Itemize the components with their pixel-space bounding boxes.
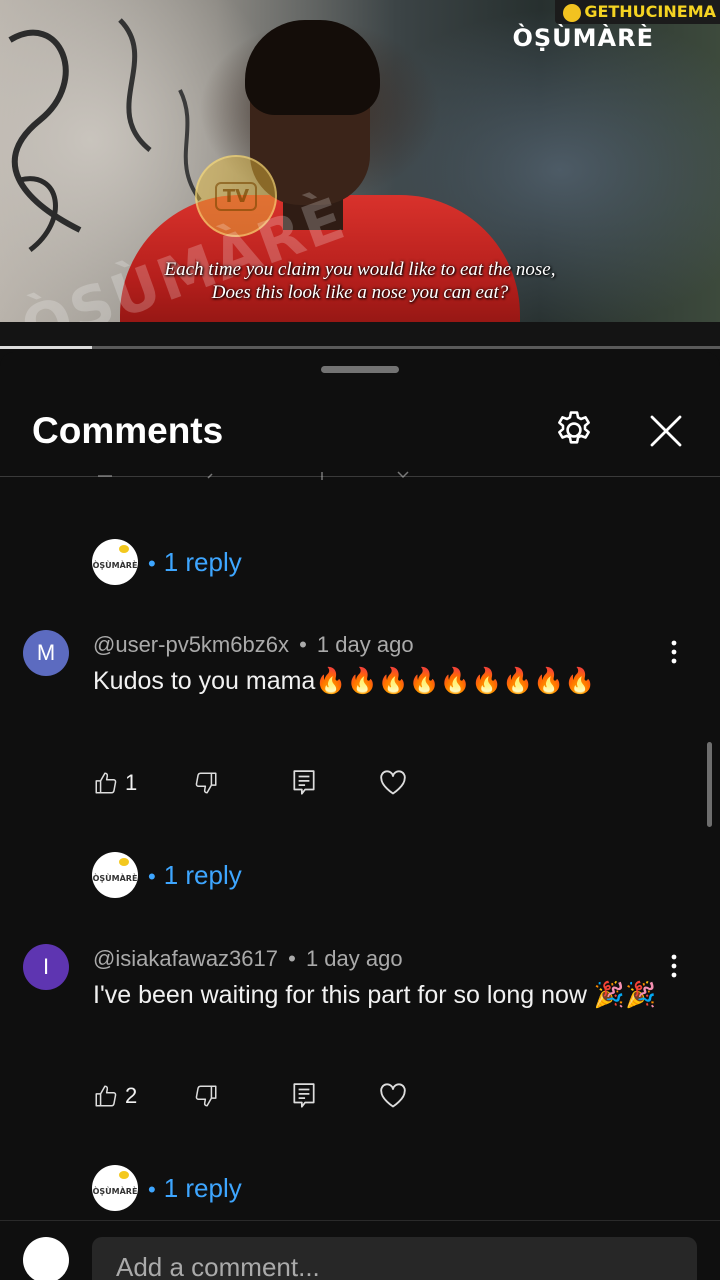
scrollbar[interactable] — [707, 742, 712, 827]
heart-icon — [380, 770, 406, 795]
clipped-action-icons — [98, 471, 409, 480]
video-player[interactable]: TV ÒṢÙMÀRÈ ÒṢÙMÀRÈ GETHUCINEMA Each time… — [0, 0, 720, 322]
thumbs-up-icon — [95, 1085, 117, 1107]
reply-button[interactable] — [291, 1082, 379, 1110]
channel-logo-icon — [563, 3, 582, 22]
comment-avatar[interactable]: I — [23, 944, 69, 990]
comment-avatar[interactable]: M — [23, 630, 69, 676]
more-options-icon[interactable] — [662, 638, 686, 666]
heart-button[interactable] — [379, 1083, 407, 1109]
like-button[interactable]: 2 — [93, 1083, 193, 1109]
gear-icon[interactable] — [552, 408, 596, 452]
heart-button[interactable] — [379, 770, 407, 796]
reply-avatar: ÒṢÙMÀRÈ — [92, 852, 138, 898]
brand-logo: ÒṢÙMÀRÈ — [512, 24, 654, 52]
thumbs-down-icon — [195, 1085, 217, 1107]
reply-comment-icon — [293, 770, 315, 795]
add-comment-input[interactable]: Add a comment... — [92, 1237, 697, 1280]
view-replies-button[interactable]: ÒṢÙMÀRÈ • 1 reply — [92, 538, 242, 586]
video-subtitle: Each time you claim you would like to ea… — [0, 258, 720, 304]
comments-sheet: Comments ÒṢÙMÀRÈ • 1 reply M @user-pv5km6… — [0, 352, 720, 1280]
reply-avatar: ÒṢÙMÀRÈ — [92, 539, 138, 585]
comment-actions: 2 — [93, 1081, 407, 1111]
comments-title: Comments — [32, 410, 224, 451]
comment-time: 1 day ago — [305, 946, 403, 971]
close-icon[interactable] — [645, 410, 687, 452]
heart-icon — [380, 1083, 406, 1108]
more-options-icon[interactable] — [662, 952, 686, 980]
comment-text: Kudos to you mama🔥🔥🔥🔥🔥🔥🔥🔥🔥 — [93, 667, 596, 695]
dislike-button[interactable] — [193, 770, 291, 796]
comment-meta: @user-pv5km6bz6x • 1 day ago — [93, 632, 414, 657]
comment-actions: 1 — [93, 768, 407, 798]
like-button[interactable]: 1 — [93, 770, 193, 796]
person-hair — [245, 20, 380, 115]
video-progress-bar[interactable] — [0, 346, 720, 349]
subtitle-line: Each time you claim you would like to ea… — [164, 259, 556, 280]
subtitle-line: Does this look like a nose you can eat? — [211, 282, 509, 303]
view-replies-button[interactable]: ÒṢÙMÀRÈ • 1 reply — [92, 851, 242, 899]
reply-comment-icon — [293, 1083, 315, 1108]
drag-handle[interactable] — [321, 366, 399, 373]
comment-author[interactable]: @isiakafawaz3617 — [93, 946, 278, 971]
comment-author[interactable]: @user-pv5km6bz6x — [93, 632, 289, 657]
dislike-button[interactable] — [193, 1083, 291, 1109]
user-avatar — [23, 1237, 69, 1280]
add-comment-bar: Add a comment... — [0, 1220, 720, 1280]
view-replies-button[interactable]: ÒṢÙMÀRÈ • 1 reply — [92, 1164, 242, 1212]
comment-time: 1 day ago — [316, 632, 414, 657]
thumbs-down-icon — [195, 772, 217, 794]
player-bottom-band — [0, 322, 720, 348]
comment-meta: @isiakafawaz3617 • 1 day ago — [93, 946, 403, 971]
thumbs-up-icon — [95, 772, 117, 794]
video-progress-fill — [0, 346, 93, 349]
reply-button[interactable] — [291, 769, 379, 797]
comment-text: I've been waiting for this part for so l… — [93, 981, 657, 1009]
reply-avatar: ÒṢÙMÀRÈ — [92, 1165, 138, 1211]
channel-badge: GETHUCINEMA — [555, 0, 720, 24]
